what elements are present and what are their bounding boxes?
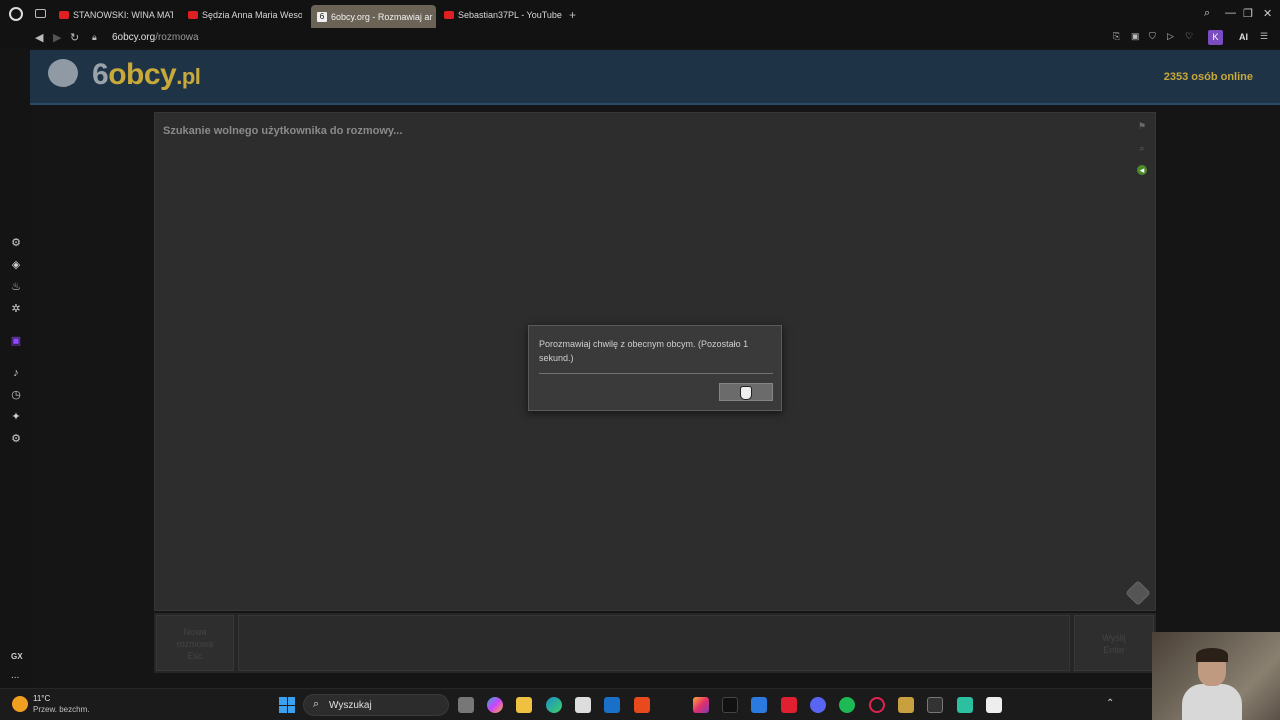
forward-icon[interactable]: ▶ (53, 31, 61, 44)
close-window-icon[interactable]: ✕ (1263, 7, 1272, 20)
browser-sidebar: ⚙ ◈ ♨ ✲ ▣ ♪ ◷ ✦ ⚙ (0, 48, 32, 688)
aria-ai-button[interactable]: AI (1239, 32, 1248, 42)
tray-chevron-icon[interactable]: ⌃ (1106, 698, 1114, 709)
dialog-divider (539, 373, 773, 374)
countdown-dialog: Porozmawiaj chwilę z obecnym obcym. (Poz… (528, 325, 782, 411)
temperature: 11°C (33, 694, 51, 703)
gx-label: GX (11, 652, 23, 661)
epic-games-icon[interactable] (927, 697, 943, 713)
teams-like-icon[interactable] (957, 697, 973, 713)
music-player-icon[interactable]: ♪ (9, 366, 23, 380)
outlook-icon[interactable] (604, 697, 620, 713)
zoom-icon[interactable]: ⌕ (1137, 143, 1147, 153)
youtube-icon (188, 11, 198, 19)
discord-icon[interactable] (810, 697, 826, 713)
adblock-icon[interactable]: ▣ (1131, 31, 1140, 42)
browser-tab-strip: STANOWSKI: WINA MATKI Sędzia Anna Maria … (0, 0, 1280, 28)
youtube-icon (444, 11, 454, 19)
weather-condition: Przew. bezchm. (33, 705, 90, 714)
extensions-icon[interactable]: ✦ (9, 410, 23, 424)
search-tabs-icon[interactable]: ⌕ (1204, 7, 1210, 20)
youtube-icon (59, 11, 69, 19)
tab-overview-icon[interactable] (35, 9, 46, 18)
edge-icon[interactable] (546, 697, 562, 713)
player-icon[interactable]: ▷ (1167, 31, 1174, 42)
dice-icon[interactable] (1125, 580, 1151, 606)
new-tab-button[interactable]: + (569, 8, 576, 22)
gx-corner-icon[interactable]: ◈ (9, 258, 23, 272)
dialog-message: Porozmawiaj chwilę z obecnym obcym. (Poz… (539, 339, 749, 363)
windows-taskbar: 11°C Przew. bezchm. ⌕ Wyszukaj ⌃ (0, 688, 1280, 720)
store-icon[interactable] (575, 697, 591, 713)
weather-icon[interactable] (12, 696, 28, 712)
sound-toggle-icon[interactable]: ◂ (1137, 165, 1147, 175)
gx-control-icon[interactable]: ⚙ (9, 236, 23, 250)
site-header: 6obcy.pl 2353 osób online (30, 50, 1280, 105)
lock-icon: 🔒︎ (92, 32, 97, 42)
settings-icon[interactable]: ⚙ (9, 432, 23, 446)
brave-icon[interactable] (634, 697, 650, 713)
task-view-icon[interactable] (458, 697, 474, 713)
new-chat-button[interactable]: Nowa rozmowa Esc (156, 615, 234, 671)
address-bar: ◀ ▶ ↻ 🔒︎ 6obcy.org/rozmowa ⎘ ▣ ⛉ ▷ ♡ K A… (0, 28, 1280, 48)
tiktok-icon[interactable] (722, 697, 738, 713)
calendar-icon[interactable] (751, 697, 767, 713)
back-icon[interactable]: ◀ (35, 31, 43, 44)
file-explorer-icon[interactable] (516, 697, 532, 713)
dialog-ok-button[interactable] (719, 383, 773, 401)
reload-icon[interactable]: ↻ (70, 31, 79, 44)
site-logo[interactable]: 6obcy.pl (92, 58, 201, 92)
taskbar-search[interactable]: ⌕ Wyszukaj (303, 694, 449, 716)
twitch-icon[interactable]: ▣ (9, 334, 23, 348)
search-icon: ⌕ (313, 698, 320, 710)
vpn-shield-icon[interactable]: ⛉ (1149, 31, 1156, 42)
tab-sebastian[interactable]: Sebastian37PL - YouTube (444, 5, 566, 25)
copilot-icon[interactable] (487, 697, 503, 713)
maximize-icon[interactable]: ❐ (1243, 7, 1253, 20)
gx-cleaner-icon[interactable]: ♨ (9, 280, 23, 294)
unreal-icon[interactable] (986, 697, 1002, 713)
spotify-icon[interactable] (839, 697, 855, 713)
tab-6obcy[interactable]: 6 6obcy.org - Rozmawiaj ar (311, 5, 436, 28)
logo-bubble-icon (48, 59, 78, 87)
easy-setup-icon[interactable]: ☰ (1260, 31, 1268, 42)
url-field[interactable]: 6obcy.org/rozmowa (112, 32, 199, 43)
chat-input-row: Nowa rozmowa Esc Wyślij Enter (154, 613, 1156, 673)
opera-gx-taskbar-icon[interactable] (869, 697, 885, 713)
send-button[interactable]: Wyślij Enter (1074, 615, 1154, 671)
minimize-icon[interactable]: — (1225, 7, 1236, 19)
6obcy-icon: 6 (317, 11, 327, 22)
tab-sedzia[interactable]: Sędzia Anna Maria Wesoł (188, 5, 302, 25)
flag-icon[interactable]: ⚑ (1137, 121, 1147, 131)
webcam-overlay (1152, 632, 1280, 720)
message-input[interactable] (238, 615, 1070, 671)
history-icon[interactable]: ◷ (9, 388, 23, 402)
instagram-icon[interactable] (693, 697, 709, 713)
gx-games-icon[interactable]: ✲ (9, 302, 23, 316)
hand-cursor-icon (740, 386, 752, 400)
snapshot-icon[interactable]: ⎘ (1113, 31, 1120, 42)
wps-icon[interactable] (781, 697, 797, 713)
league-icon[interactable] (898, 697, 914, 713)
profile-avatar[interactable]: K (1208, 30, 1223, 45)
start-button[interactable] (279, 697, 295, 713)
heart-icon[interactable]: ♡ (1185, 31, 1193, 42)
chat-status: Szukanie wolnego użytkownika do rozmowy.… (163, 125, 403, 137)
sidebar-more-icon[interactable]: ... (11, 670, 19, 681)
tab-stanowski[interactable]: STANOWSKI: WINA MATKI (59, 5, 173, 25)
online-count: 2353 osób online (1163, 71, 1253, 83)
opera-gx-logo-icon[interactable] (9, 7, 23, 21)
